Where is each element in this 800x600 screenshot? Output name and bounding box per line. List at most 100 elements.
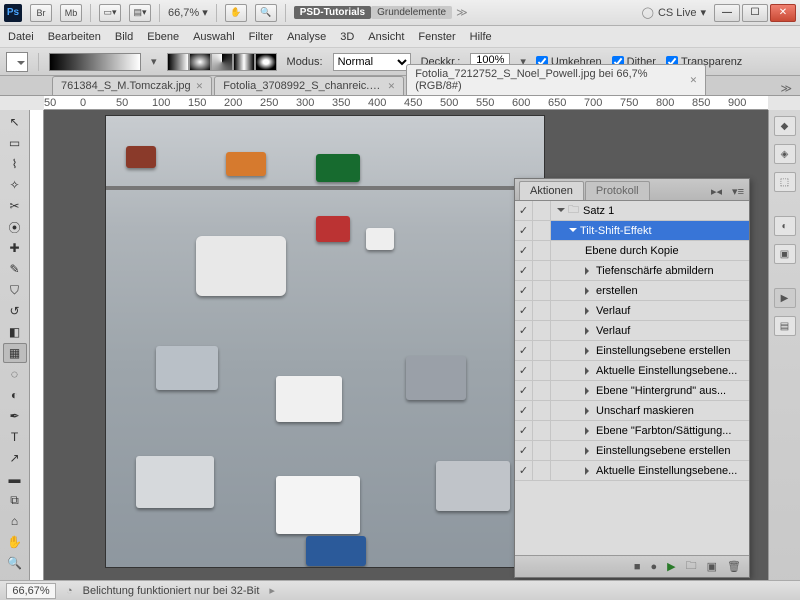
doc-tab[interactable]: 761384_S_M.Tomczak.jpg✕ [52,76,212,95]
history-panel-icon[interactable]: ▤ [774,316,796,336]
gradient-diamond[interactable] [255,53,277,71]
pen-tool[interactable]: ✒ [3,406,27,426]
close-button[interactable]: ✕ [770,4,796,22]
3d-cam-tool[interactable]: ⌂ [3,511,27,531]
action-step-row[interactable]: ✓Unscharf maskieren [515,401,749,421]
action-step-row[interactable]: ✓Aktuelle Einstellungsebene... [515,361,749,381]
gradient-reflected[interactable] [233,53,255,71]
screenmode-button[interactable]: ▭▾ [99,4,121,22]
gradient-picker[interactable] [49,53,141,71]
trash-icon[interactable]: 🗑 [727,560,741,573]
panel-menu-icon[interactable]: ▾≡ [727,183,749,200]
swatches-panel-icon[interactable]: ◈ [774,144,796,164]
new-action-icon[interactable]: ▣ [707,560,717,573]
move-tool[interactable]: ↖ [3,112,27,132]
tab-protokoll[interactable]: Protokoll [585,181,650,200]
marquee-tool[interactable]: ▭ [3,133,27,153]
ruler-vertical[interactable] [30,110,44,600]
hand-tool[interactable]: ✋ [3,532,27,552]
action-set-row[interactable]: ✓ 🗀 Satz 1 [515,201,749,221]
menu-fenster[interactable]: Fenster [418,31,455,43]
color-panel-icon[interactable]: ◆ [774,116,796,136]
maximize-button[interactable]: ☐ [742,4,768,22]
masks-panel-icon[interactable]: ▣ [774,244,796,264]
dropdown-icon[interactable]: ▾ [151,55,157,68]
menu-filter[interactable]: Filter [249,31,273,43]
new-set-icon[interactable]: 🗀 [686,557,697,576]
history-brush-tool[interactable]: ↺ [3,301,27,321]
stamp-tool[interactable]: ⛉ [3,280,27,300]
crop-tool[interactable]: ✂ [3,196,27,216]
action-step-row[interactable]: ✓Verlauf [515,301,749,321]
menu-auswahl[interactable]: Auswahl [193,31,235,43]
tab-aktionen[interactable]: Aktionen [519,181,584,200]
action-step-row[interactable]: ✓Einstellungsebene erstellen [515,441,749,461]
action-step-row[interactable]: ✓Verlauf [515,321,749,341]
workspace-more-icon[interactable]: ≫ [456,6,468,19]
brush-tool[interactable]: ✎ [3,259,27,279]
action-step-row[interactable]: ✓Ebene "Hintergrund" aus... [515,381,749,401]
menu-ebene[interactable]: Ebene [147,31,179,43]
gradient-angular[interactable] [211,53,233,71]
title-zoom[interactable]: 66,7% ▾ [168,6,208,19]
action-step-row[interactable]: ✓Aktuelle Einstellungsebene... [515,461,749,481]
healing-tool[interactable]: ✚ [3,238,27,258]
gradient-linear[interactable] [167,53,189,71]
modus-select[interactable]: Normal [333,53,411,71]
minimize-button[interactable]: — [714,4,740,22]
shape-tool[interactable]: ▬ [3,469,27,489]
action-step-row[interactable]: ✓Einstellungsebene erstellen [515,341,749,361]
cslive-button[interactable]: ◯CS Live ▾ [642,6,706,19]
info-icon[interactable]: ◔ [66,585,73,597]
bridge-button[interactable]: Br [30,4,52,22]
blur-tool[interactable]: ◌ [3,364,27,384]
record-icon[interactable]: ● [651,561,658,573]
action-step-row[interactable]: ✓erstellen [515,281,749,301]
menu-bild[interactable]: Bild [115,31,133,43]
actions-panel-icon[interactable]: ▶ [774,288,796,308]
gradient-tool-preset[interactable] [6,52,28,72]
status-zoom[interactable]: 66,67% [6,583,56,599]
menu-analyse[interactable]: Analyse [287,31,326,43]
tabs-overflow-icon[interactable]: ≫ [772,82,800,95]
menu-bearbeiten[interactable]: Bearbeiten [48,31,101,43]
styles-panel-icon[interactable]: ⬚ [774,172,796,192]
close-icon[interactable]: ✕ [690,75,698,86]
menu-datei[interactable]: Datei [8,31,34,43]
adjustments-panel-icon[interactable]: ◐ [774,216,796,236]
play-icon[interactable]: ▶ [667,560,675,573]
panel-collapse-icon[interactable]: ▸◂ [706,183,727,200]
arrange-button[interactable]: ▤▾ [129,4,151,22]
lasso-tool[interactable]: ⌇ [3,154,27,174]
doc-tab-active[interactable]: Fotolia_7212752_S_Noel_Powell.jpg bei 66… [406,64,706,95]
stop-icon[interactable]: ■ [634,561,641,573]
menu-hilfe[interactable]: Hilfe [470,31,492,43]
statusbar: 66,67% ◔ Belichtung funktioniert nur bei… [0,580,800,600]
actions-list[interactable]: ✓ 🗀 Satz 1 ✓ Tilt-Shift-Effekt ✓Ebene du… [515,201,749,555]
gradient-tool[interactable]: ▦ [3,343,27,363]
minibridge-button[interactable]: Mb [60,4,82,22]
hand-button[interactable]: ✋ [225,4,247,22]
3d-tool[interactable]: ⧉ [3,490,27,510]
workspace-other[interactable]: Grundelemente [371,6,452,19]
action-step-row[interactable]: ✓Ebene durch Kopie [515,241,749,261]
eyedropper-tool[interactable]: ⦿ [3,217,27,237]
doc-tab[interactable]: Fotolia_3708992_S_chanreic.jpg✕ [214,76,404,95]
menu-3d[interactable]: 3D [340,31,354,43]
action-row-selected[interactable]: ✓ Tilt-Shift-Effekt [515,221,749,241]
action-step-row[interactable]: ✓Tiefenschärfe abmildern [515,261,749,281]
zoom-tool[interactable]: 🔍 [3,553,27,573]
action-step-row[interactable]: ✓Ebene "Farbton/Sättigung... [515,421,749,441]
close-icon[interactable]: ✕ [388,81,396,92]
workspace-active[interactable]: PSD-Tutorials [294,6,371,19]
menu-ansicht[interactable]: Ansicht [368,31,404,43]
type-tool[interactable]: T [3,427,27,447]
path-tool[interactable]: ↗ [3,448,27,468]
gradient-radial[interactable] [189,53,211,71]
eraser-tool[interactable]: ◧ [3,322,27,342]
wand-tool[interactable]: ✧ [3,175,27,195]
ruler-horizontal[interactable]: 5005010015020025030035040045050055060065… [44,96,768,110]
close-icon[interactable]: ✕ [196,81,204,92]
zoom-button[interactable]: 🔍 [255,4,277,22]
dodge-tool[interactable]: ◐ [3,385,27,405]
